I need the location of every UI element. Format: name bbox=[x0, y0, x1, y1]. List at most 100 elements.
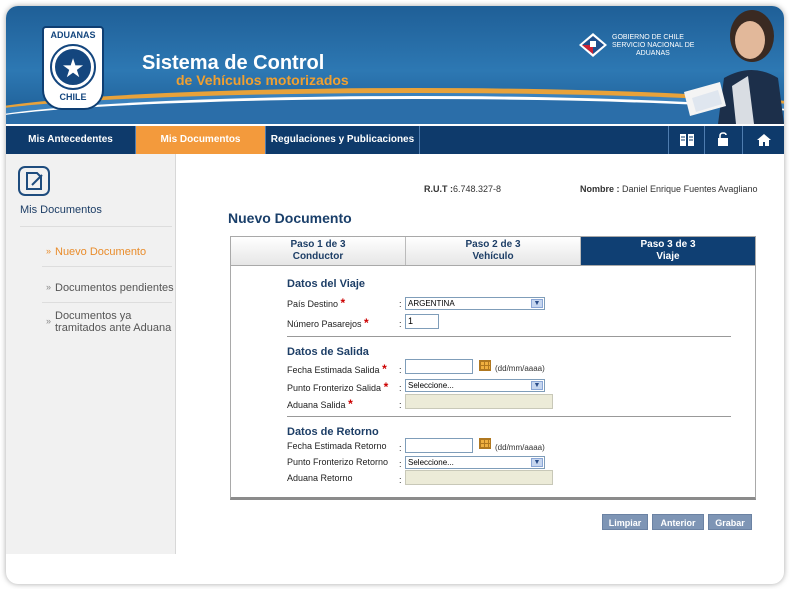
nombre-value: Daniel Enrique Fuentes Avagliano bbox=[622, 184, 758, 194]
numero-pasajeros-input[interactable]: 1 bbox=[405, 314, 439, 329]
step-line: Vehículo bbox=[472, 251, 514, 262]
colon: : bbox=[399, 475, 402, 485]
field-label: Número Pasarejos bbox=[287, 319, 362, 329]
colon: : bbox=[399, 459, 402, 469]
date-format-hint: (dd/mm/aaaa) bbox=[495, 443, 545, 452]
step-2-vehiculo[interactable]: Paso 2 de 3 Vehículo bbox=[406, 237, 581, 265]
calendar-icon[interactable] bbox=[479, 438, 491, 449]
star-icon: ★ bbox=[61, 53, 85, 83]
nombre-label: Nombre : bbox=[580, 184, 620, 194]
sidebar-item-documentos-pendientes[interactable]: Documentos pendientes bbox=[55, 282, 174, 294]
divider bbox=[42, 302, 172, 303]
field-label: País Destino bbox=[287, 299, 339, 309]
nav-mis-antecedentes[interactable]: Mis Antecedentes bbox=[6, 126, 136, 154]
pais-destino-label: País Destino * bbox=[287, 296, 345, 310]
section-datos-retorno: Datos de Retorno bbox=[287, 426, 379, 438]
fecha-retorno-input[interactable] bbox=[405, 438, 473, 453]
chevron-down-icon: ▼ bbox=[531, 299, 543, 308]
required-mark: * bbox=[348, 397, 353, 411]
nav-regulaciones[interactable]: Regulaciones y Publicaciones bbox=[266, 126, 420, 154]
field-label: Aduana Retorno bbox=[287, 473, 353, 483]
rut-value: 6.748.327-8 bbox=[453, 184, 502, 194]
punto-salida-label: Punto Fronterizo Salida * bbox=[287, 380, 388, 394]
step-3-viaje[interactable]: Paso 3 de 3 Viaje bbox=[581, 237, 755, 265]
colon: : bbox=[399, 443, 402, 453]
trip-form: Datos del Viaje País Destino * : ARGENTI… bbox=[230, 266, 756, 500]
chevron-down-icon: ▼ bbox=[531, 381, 543, 390]
header-banner: ADUANAS ★ CHILE Sistema de Control de Ve… bbox=[6, 6, 784, 124]
rut-label: R.U.T : bbox=[424, 184, 453, 194]
sidebar-item-nuevo-documento[interactable]: Nuevo Documento bbox=[55, 246, 146, 258]
lock-icon[interactable] bbox=[704, 126, 740, 154]
step-line: Viaje bbox=[656, 251, 680, 262]
grabar-button[interactable]: Grabar bbox=[708, 514, 752, 530]
required-mark: * bbox=[340, 296, 346, 310]
officer-photo bbox=[684, 10, 784, 124]
bullet-icon: » bbox=[46, 282, 52, 292]
required-mark: * bbox=[364, 316, 369, 330]
select-value: ARGENTINA bbox=[408, 299, 455, 308]
required-mark: * bbox=[383, 380, 389, 394]
nav-label: Mis Antecedentes bbox=[28, 134, 113, 145]
sidebar-title: Mis Documentos bbox=[20, 204, 102, 216]
home-icon[interactable] bbox=[742, 126, 784, 154]
limpiar-button[interactable]: Limpiar bbox=[602, 514, 648, 530]
colon: : bbox=[399, 319, 402, 329]
logo-top-text: ADUANAS bbox=[50, 30, 96, 40]
colon: : bbox=[399, 400, 402, 410]
logo-bottom-text: CHILE bbox=[59, 92, 87, 102]
bullet-icon: » bbox=[46, 246, 52, 256]
sidebar: Mis Documentos » Nuevo Documento » Docum… bbox=[6, 154, 176, 554]
main-nav: Mis Antecedentes Mis Documentos Regulaci… bbox=[6, 124, 784, 154]
step-line: Paso 1 de 3 bbox=[290, 239, 346, 250]
nombre-display: Nombre : Daniel Enrique Fuentes Avaglian… bbox=[580, 184, 757, 194]
step-1-conductor[interactable]: Paso 1 de 3 Conductor bbox=[231, 237, 406, 265]
chevron-down-icon: ▼ bbox=[531, 458, 543, 467]
select-value: Seleccione... bbox=[408, 458, 454, 467]
section-divider bbox=[287, 416, 731, 417]
section-datos-viaje: Datos del Viaje bbox=[287, 278, 366, 290]
app-subtitle: de Vehículos motorizados bbox=[176, 72, 349, 88]
punto-retorno-select[interactable]: Seleccione... ▼ bbox=[405, 456, 545, 469]
punto-retorno-label: Punto Fronterizo Retorno bbox=[287, 457, 388, 467]
colon: : bbox=[399, 299, 402, 309]
fecha-retorno-label: Fecha Estimada Retorno bbox=[287, 441, 387, 451]
required-mark: * bbox=[382, 362, 387, 376]
bullet-icon: » bbox=[46, 316, 52, 326]
nav-label: Mis Documentos bbox=[160, 134, 241, 145]
input-value: 1 bbox=[408, 316, 414, 326]
step-line: Conductor bbox=[292, 251, 344, 262]
aduanas-logo: ADUANAS ★ CHILE bbox=[42, 26, 104, 110]
calendar-icon[interactable] bbox=[479, 360, 491, 371]
punto-salida-select[interactable]: Seleccione... ▼ bbox=[405, 379, 545, 392]
anterior-button[interactable]: Anterior bbox=[652, 514, 704, 530]
field-label: Punto Fronterizo Retorno bbox=[287, 457, 389, 467]
divider bbox=[42, 266, 172, 267]
sidebar-item-label: Documentos ya bbox=[55, 310, 132, 322]
aduana-retorno-label: Aduana Retorno bbox=[287, 473, 353, 483]
field-label: Aduana Salida bbox=[287, 400, 346, 410]
section-datos-salida: Datos de Salida bbox=[287, 346, 369, 358]
step-line: Paso 3 de 3 bbox=[640, 239, 696, 250]
fecha-salida-input[interactable] bbox=[405, 359, 473, 374]
sidebar-item-documentos-tramitados[interactable]: Documentos ya tramitados ante Aduana bbox=[55, 310, 171, 334]
field-label: Fecha Estimada Retorno bbox=[287, 441, 387, 451]
document-edit-icon bbox=[18, 166, 50, 196]
field-label: Fecha Estimada Salida bbox=[287, 365, 380, 375]
book-icon[interactable] bbox=[668, 126, 704, 154]
colon: : bbox=[399, 383, 402, 393]
select-value: Seleccione... bbox=[408, 381, 454, 390]
date-format-hint: (dd/mm/aaaa) bbox=[495, 364, 545, 373]
field-label: Punto Fronterizo Salida bbox=[287, 383, 382, 393]
pais-destino-select[interactable]: ARGENTINA ▼ bbox=[405, 297, 545, 310]
numero-pasajeros-label: Número Pasarejos * bbox=[287, 316, 369, 330]
logo-ring: ★ bbox=[50, 44, 96, 90]
app-frame: ADUANAS ★ CHILE Sistema de Control de Ve… bbox=[6, 6, 784, 584]
aduana-retorno-input bbox=[405, 470, 553, 485]
divider bbox=[20, 226, 172, 227]
page-title: Nuevo Documento bbox=[228, 210, 352, 226]
nav-mis-documentos[interactable]: Mis Documentos bbox=[136, 126, 266, 154]
wizard-steps: Paso 1 de 3 Conductor Paso 2 de 3 Vehícu… bbox=[230, 236, 756, 266]
aduana-salida-input bbox=[405, 394, 553, 409]
gobierno-logo-icon bbox=[579, 33, 607, 57]
